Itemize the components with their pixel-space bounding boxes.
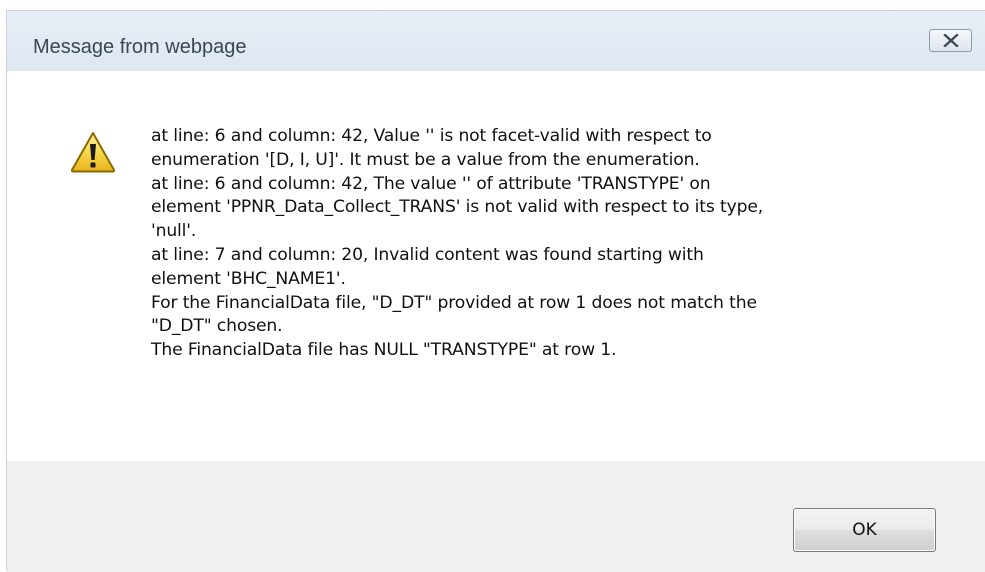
message-text: at line: 6 and column: 42, Value '' is n… xyxy=(151,125,941,363)
message-line: "D_DT" chosen. xyxy=(151,316,283,337)
message-line: at line: 7 and column: 20, Invalid conte… xyxy=(151,244,704,265)
message-line: at line: 6 and column: 42, Value '' is n… xyxy=(151,126,712,146)
message-line: element 'PPNR_Data_Collect_TRANS' is not… xyxy=(151,197,764,218)
message-line: at line: 6 and column: 42, The value '' … xyxy=(151,173,711,194)
message-dialog: Message from webpage at line: 6 and colu… xyxy=(6,10,985,572)
close-icon xyxy=(943,34,959,47)
message-line: For the FinancialData file, "D_DT" provi… xyxy=(151,292,757,313)
message-line: enumeration '[D, I, U]'. It must be a va… xyxy=(151,149,700,170)
title-bar[interactable]: Message from webpage xyxy=(7,11,985,71)
button-bar: OK xyxy=(7,461,985,572)
message-line: 'null'. xyxy=(151,221,197,242)
dialog-title: Message from webpage xyxy=(33,36,247,58)
ok-button[interactable]: OK xyxy=(793,508,936,552)
message-line: The FinancialData file has NULL "TRANSTY… xyxy=(151,340,617,361)
close-button[interactable] xyxy=(929,29,972,52)
warning-icon xyxy=(70,132,116,173)
dialog-content: at line: 6 and column: 42, Value '' is n… xyxy=(7,71,985,461)
message-line: element 'BHC_NAME1'. xyxy=(151,268,346,289)
